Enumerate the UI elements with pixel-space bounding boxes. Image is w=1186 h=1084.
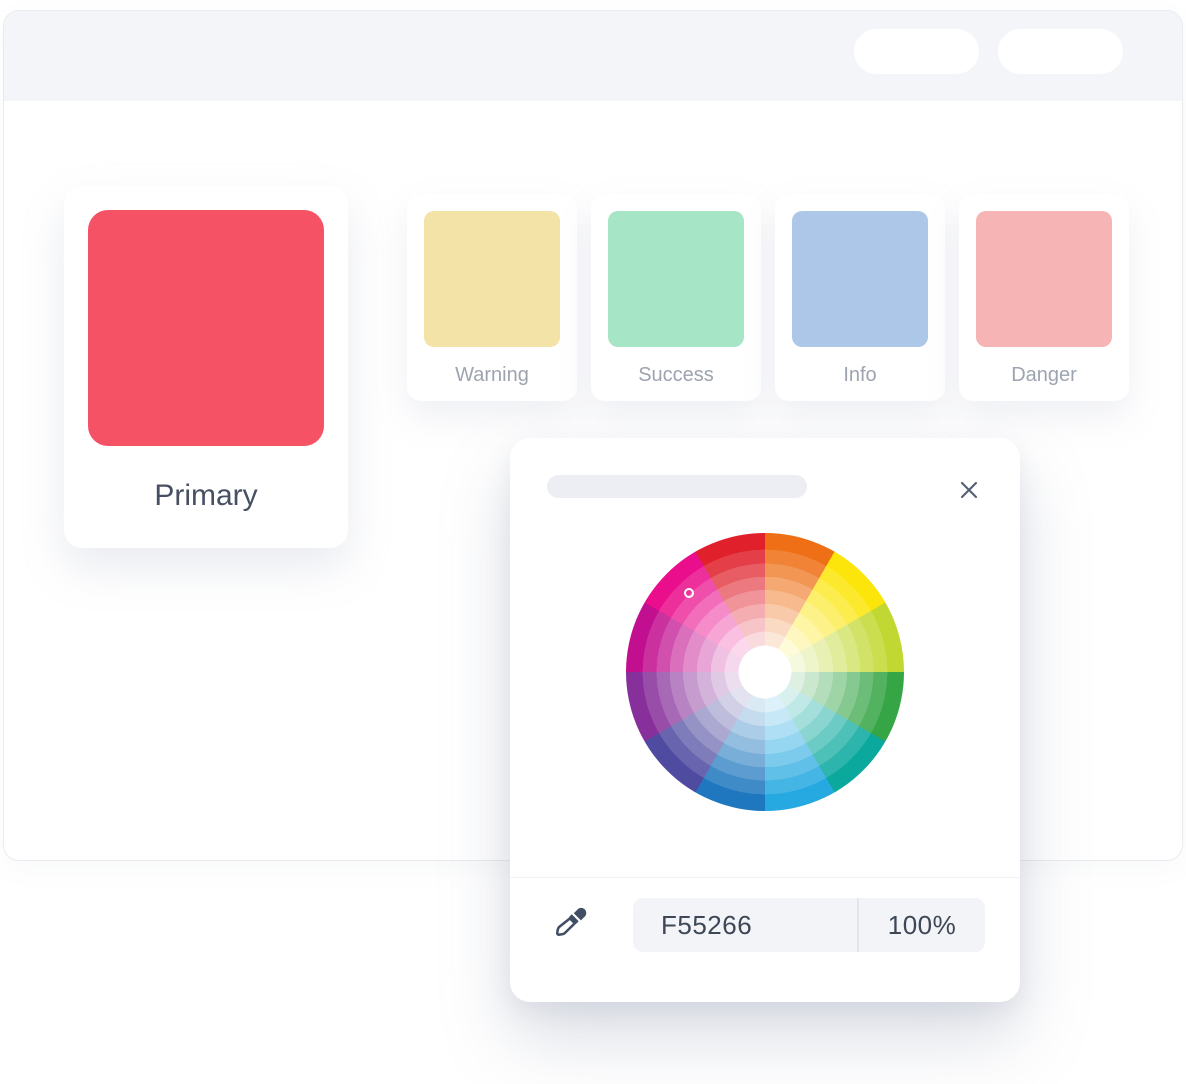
close-button[interactable] (958, 478, 982, 502)
color-wheel-selection-marker[interactable] (684, 588, 694, 598)
danger-color-swatch[interactable] (976, 211, 1112, 347)
topbar-button-placeholder-1[interactable] (854, 29, 979, 74)
success-color-swatch[interactable] (608, 211, 744, 347)
hex-value-text: F55266 (661, 910, 752, 941)
color-wheel[interactable] (626, 533, 904, 811)
success-color-label: Success (591, 364, 761, 387)
info-color-swatch[interactable] (792, 211, 928, 347)
opacity-value-text: 100% (888, 910, 957, 941)
primary-color-swatch[interactable] (88, 210, 324, 446)
eyedropper-icon (552, 903, 588, 943)
info-color-label: Info (775, 364, 945, 387)
color-picker-dialog: F55266 100% (510, 438, 1020, 1002)
primary-color-card[interactable]: Primary (64, 186, 348, 548)
close-icon (958, 479, 980, 501)
swatch-card-info[interactable]: Info (775, 194, 945, 401)
dialog-footer-divider (510, 877, 1020, 878)
primary-color-label: Primary (64, 479, 348, 513)
dialog-title-placeholder (547, 475, 807, 498)
window-topbar (4, 11, 1182, 101)
warning-color-label: Warning (407, 364, 577, 387)
danger-color-label: Danger (959, 364, 1129, 387)
page: Primary Warning Success Info Danger (0, 0, 1186, 1084)
hex-value-field[interactable]: F55266 (633, 898, 857, 952)
swatch-card-warning[interactable]: Warning (407, 194, 577, 401)
color-wheel-rings (626, 533, 904, 811)
warning-color-swatch[interactable] (424, 211, 560, 347)
swatch-card-success[interactable]: Success (591, 194, 761, 401)
topbar-button-placeholder-2[interactable] (998, 29, 1123, 74)
swatch-card-danger[interactable]: Danger (959, 194, 1129, 401)
eyedropper-button[interactable] (552, 901, 592, 945)
opacity-value-field[interactable]: 100% (859, 898, 985, 952)
color-value-group: F55266 100% (633, 898, 985, 952)
